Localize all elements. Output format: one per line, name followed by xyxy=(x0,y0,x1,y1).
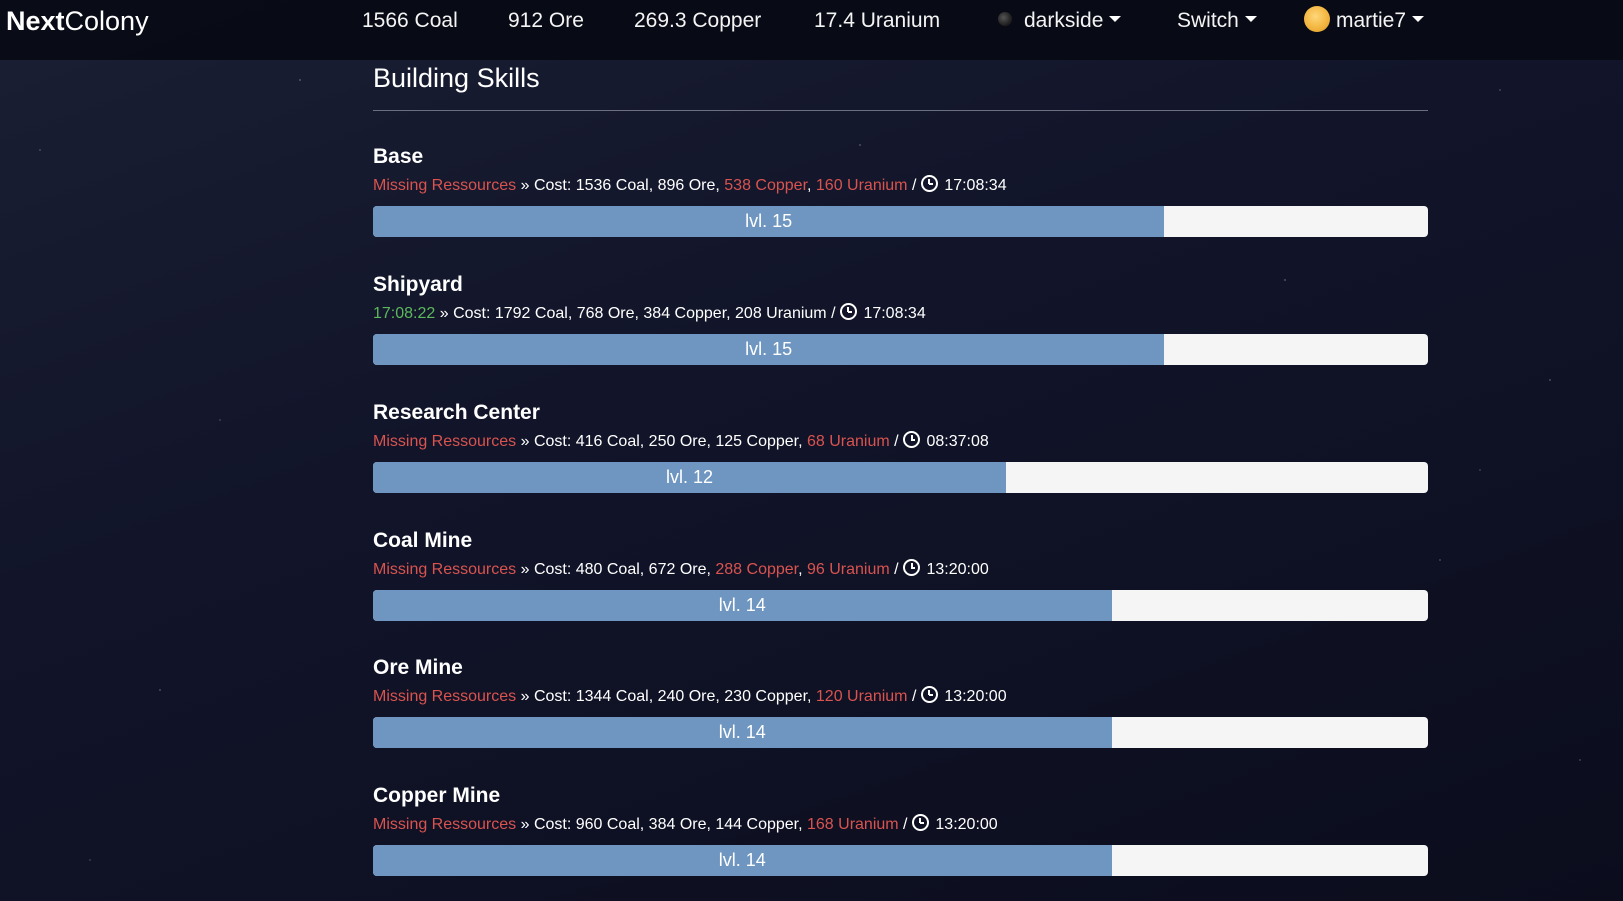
ore-resource: 912 Ore xyxy=(508,9,584,32)
coal-resource: 1566 Coal xyxy=(362,9,458,32)
uranium-resource: 17.4 Uranium xyxy=(814,9,941,32)
skill-progress[interactable]: lvl. 15 xyxy=(373,206,1428,237)
build-time: 17:08:34 xyxy=(944,177,1007,194)
clock-icon xyxy=(903,431,921,448)
build-time: 13:20:00 xyxy=(935,816,998,833)
cost-separator: » Cost: xyxy=(435,305,495,322)
skill-name: Base xyxy=(373,145,424,168)
cost-separator: » Cost: xyxy=(516,433,576,450)
switch-dropdown[interactable]: Switch xyxy=(1177,8,1257,34)
cost-ore: 672 Ore xyxy=(648,561,707,578)
skill-status: 17:08:22 xyxy=(373,305,436,322)
skill-item: Research Center Missing Ressources » Cost… xyxy=(373,401,1428,493)
skill-status: Missing Ressources xyxy=(373,816,517,833)
cost-copper: 230 Copper xyxy=(724,688,808,705)
cost-coal: 1792 Coal xyxy=(494,305,568,322)
skill-cost-line: Missing Ressources » Cost: 960 Coal, 384… xyxy=(373,814,998,833)
cost-separator: » Cost: xyxy=(516,816,576,833)
skill-item: Copper Mine Missing Ressources » Cost: 96… xyxy=(373,784,1428,876)
skill-status: Missing Ressources xyxy=(373,177,517,194)
skill-status: Missing Ressources xyxy=(373,688,517,705)
clock-icon xyxy=(903,559,921,576)
skill-progress-bar: lvl. 15 xyxy=(373,334,1165,365)
build-time: 13:20:00 xyxy=(944,688,1007,705)
skill-cost-line: Missing Ressources » Cost: 1344 Coal, 24… xyxy=(373,686,1007,705)
user-dropdown[interactable]: martie7 xyxy=(1304,6,1425,34)
cost-uranium: 208 Uranium xyxy=(735,305,827,322)
page-title: Building Skills xyxy=(373,62,1428,111)
username: martie7 xyxy=(1336,9,1407,32)
skill-progress-bar: lvl. 12 xyxy=(373,462,1006,493)
cost-coal: 416 Coal xyxy=(575,433,640,450)
skill-cost-line: 17:08:22 » Cost: 1792 Coal, 768 Ore, 384… xyxy=(373,303,926,322)
cost-coal: 1344 Coal xyxy=(575,688,649,705)
cost-copper: 538 Copper xyxy=(724,177,808,194)
cost-coal: 1536 Coal xyxy=(575,177,649,194)
cost-copper: 384 Copper xyxy=(643,305,727,322)
skill-name: Shipyard xyxy=(373,273,463,296)
cost-uranium: 120 Uranium xyxy=(815,688,908,705)
planet-name: darkside xyxy=(1024,9,1104,32)
chevron-down-icon xyxy=(1244,16,1257,23)
build-time: 17:08:34 xyxy=(863,305,926,322)
chevron-down-icon xyxy=(1412,16,1425,23)
skill-progress-bar: lvl. 14 xyxy=(373,717,1112,748)
cost-ore: 240 Ore xyxy=(657,688,716,705)
skill-name: Copper Mine xyxy=(373,784,501,807)
skill-name: Coal Mine xyxy=(373,529,473,552)
skill-item: Coal Mine Missing Ressources » Cost: 480 … xyxy=(373,529,1428,621)
cost-copper: 125 Copper xyxy=(715,433,799,450)
main-content: Building Skills Base Missing Ressources »… xyxy=(373,60,1428,876)
skill-progress[interactable]: lvl. 12 xyxy=(373,462,1428,493)
copper-resource: 269.3 Copper xyxy=(634,9,762,32)
skill-progress-bar: lvl. 15 xyxy=(373,206,1165,237)
cost-uranium: 68 Uranium xyxy=(807,433,890,450)
cost-ore: 896 Ore xyxy=(657,177,716,194)
clock-icon xyxy=(920,686,938,703)
cost-ore: 250 Ore xyxy=(648,433,707,450)
planet-dropdown[interactable]: darkside xyxy=(998,8,1122,34)
skill-progress[interactable]: lvl. 14 xyxy=(373,845,1428,876)
cost-separator: » Cost: xyxy=(516,177,576,194)
switch-label: Switch xyxy=(1177,9,1239,32)
skill-cost-line: Missing Ressources » Cost: 1536 Coal, 89… xyxy=(373,175,1007,194)
cost-coal: 960 Coal xyxy=(575,816,640,833)
cost-uranium: 168 Uranium xyxy=(807,816,899,833)
clock-icon xyxy=(920,175,938,192)
skill-item: Ore Mine Missing Ressources » Cost: 1344 … xyxy=(373,656,1428,748)
skill-progress[interactable]: lvl. 14 xyxy=(373,590,1428,621)
cost-separator: » Cost: xyxy=(516,688,576,705)
skill-item: Shipyard 17:08:22 » Cost: 1792 Coal, 768 … xyxy=(373,273,1428,365)
clock-icon xyxy=(911,814,929,831)
skill-item: Base Missing Ressources » Cost: 1536 Coal… xyxy=(373,145,1428,237)
brand-logo[interactable]: NextColony xyxy=(6,5,149,37)
skill-status: Missing Ressources xyxy=(373,433,517,450)
clock-icon xyxy=(839,303,857,320)
cost-ore: 384 Ore xyxy=(648,816,707,833)
brand-bold: Next xyxy=(6,6,65,36)
skill-cost-line: Missing Ressources » Cost: 480 Coal, 672… xyxy=(373,559,989,578)
skill-progress-bar: lvl. 14 xyxy=(373,590,1112,621)
planet-icon xyxy=(998,12,1012,27)
top-navbar: NextColony 1566 Coal 912 Ore 269.3 Coppe… xyxy=(0,0,1623,60)
chevron-down-icon xyxy=(1109,16,1122,23)
build-time: 13:20:00 xyxy=(926,561,989,578)
cost-uranium: 96 Uranium xyxy=(807,561,890,578)
cost-coal: 480 Coal xyxy=(575,561,640,578)
cost-copper: 144 Copper xyxy=(715,816,799,833)
cost-ore: 768 Ore xyxy=(576,305,635,322)
skill-progress[interactable]: lvl. 14 xyxy=(373,717,1428,748)
cost-uranium: 160 Uranium xyxy=(815,177,908,194)
skill-status: Missing Ressources xyxy=(373,561,517,578)
skill-name: Research Center xyxy=(373,401,540,424)
cost-copper: 288 Copper xyxy=(715,561,799,578)
cost-separator: » Cost: xyxy=(516,561,576,578)
skill-cost-line: Missing Ressources » Cost: 416 Coal, 250… xyxy=(373,431,989,450)
skill-name: Ore Mine xyxy=(373,656,463,679)
skill-progress[interactable]: lvl. 15 xyxy=(373,334,1428,365)
build-time: 08:37:08 xyxy=(926,433,989,450)
avatar xyxy=(1304,6,1330,33)
skill-progress-bar: lvl. 14 xyxy=(373,845,1112,876)
brand-rest: Colony xyxy=(64,6,149,36)
